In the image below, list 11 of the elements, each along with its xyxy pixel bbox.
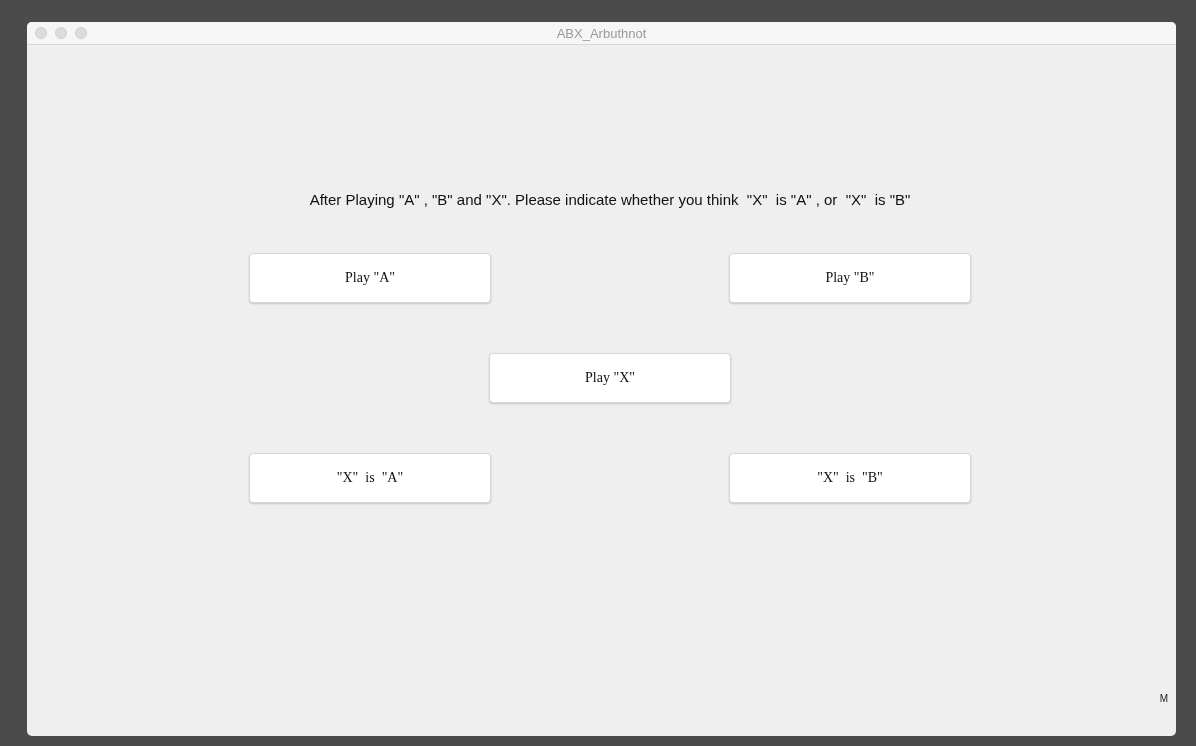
instruction-text: After Playing "A" , "B" and "X". Please indicate whether you think "X" is "A" , or "X" is "B" [309,191,911,208]
play-button[interactable]: Play "A" [249,253,491,303]
play-button[interactable]: Play "X" [489,353,731,403]
answer-button[interactable]: "X" is "A" [249,453,491,503]
play-button[interactable]: Play "B" [729,253,971,303]
corner-label: M [1159,693,1168,704]
zoom-button[interactable] [75,27,87,39]
close-button[interactable] [35,27,47,39]
answer-button[interactable]: "X" is "B" [729,453,971,503]
minimize-button[interactable] [55,27,67,39]
window-title: ABX_Arbuthnot [556,25,647,41]
